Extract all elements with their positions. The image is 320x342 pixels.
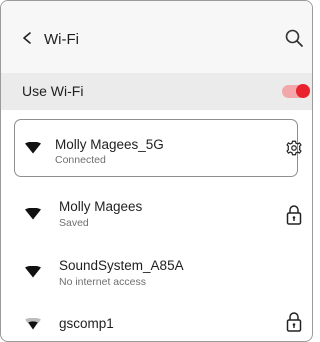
network-item-molly-magees-5g[interactable]: Molly Magees_5G Connected <box>14 119 302 177</box>
wifi-signal-icon <box>25 318 41 330</box>
network-status: No internet access <box>59 276 146 288</box>
lock-icon <box>286 312 302 332</box>
network-name: Molly Magees <box>59 199 143 214</box>
network-status: Connected <box>55 154 106 166</box>
search-icon[interactable] <box>283 27 305 49</box>
toggle-thumb <box>296 84 310 98</box>
back-chevron-icon[interactable] <box>19 27 35 49</box>
app-bar: Wi-Fi <box>1 1 312 73</box>
wifi-signal-icon <box>25 208 41 220</box>
network-item-gscomp1[interactable]: gscomp1 <box>1 303 312 341</box>
network-item-molly-magees[interactable]: Molly Magees Saved <box>1 187 312 243</box>
network-item-soundsystem-a85a[interactable]: SoundSystem_A85A No internet access <box>1 246 312 302</box>
use-wifi-toggle[interactable] <box>281 84 310 99</box>
lock-icon <box>286 205 302 225</box>
use-wifi-row[interactable]: Use Wi-Fi <box>1 73 312 110</box>
network-name: gscomp1 <box>59 316 114 331</box>
network-name: Molly Magees_5G <box>55 137 164 152</box>
use-wifi-label: Use Wi-Fi <box>22 83 84 99</box>
gear-icon[interactable] <box>285 137 303 159</box>
wifi-signal-icon <box>25 142 41 154</box>
page-title: Wi-Fi <box>44 31 79 48</box>
network-status: Saved <box>59 217 89 229</box>
network-name: SoundSystem_A85A <box>59 258 184 273</box>
wifi-signal-icon <box>25 266 41 278</box>
wifi-settings-screen: Wi-Fi Use Wi-Fi Molly Magees_5G Connecte… <box>0 0 313 342</box>
